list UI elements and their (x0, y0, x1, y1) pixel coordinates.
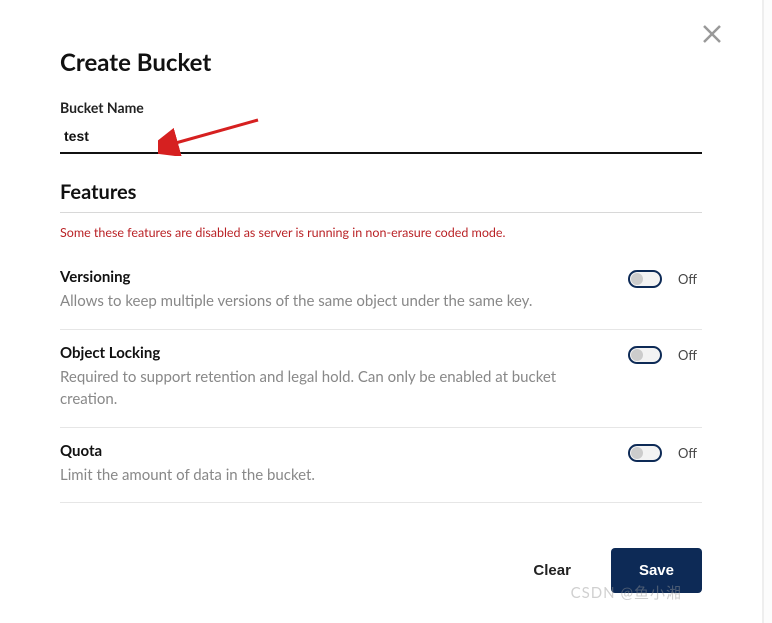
versioning-toggle-state: Off (678, 271, 702, 287)
feature-quota: Quota Limit the amount of data in the bu… (60, 428, 702, 504)
versioning-toggle[interactable] (628, 270, 662, 288)
bucket-name-field-wrap (60, 122, 702, 154)
close-icon (700, 22, 724, 46)
close-button[interactable] (696, 18, 728, 50)
object-locking-toggle-state: Off (678, 347, 702, 363)
features-heading: Features (60, 180, 702, 213)
page-title: Create Bucket (60, 48, 702, 77)
feature-name: Quota (60, 442, 608, 460)
bucket-name-input[interactable] (60, 122, 702, 154)
feature-object-locking: Object Locking Required to support reten… (60, 330, 702, 428)
feature-name: Versioning (60, 268, 608, 286)
feature-desc: Allows to keep multiple versions of the … (60, 290, 608, 313)
feature-name: Object Locking (60, 344, 608, 362)
quota-toggle-state: Off (678, 445, 702, 461)
features-warning: Some these features are disabled as serv… (60, 213, 702, 254)
panel-right-edge (762, 0, 772, 623)
feature-versioning: Versioning Allows to keep multiple versi… (60, 254, 702, 330)
save-button[interactable]: Save (611, 548, 702, 593)
create-bucket-panel: Create Bucket Bucket Name Features Some … (0, 0, 762, 623)
feature-desc: Required to support retention and legal … (60, 366, 608, 411)
feature-desc: Limit the amount of data in the bucket. (60, 464, 608, 487)
clear-button[interactable]: Clear (525, 550, 579, 591)
quota-toggle[interactable] (628, 444, 662, 462)
action-bar: Clear Save (525, 548, 702, 593)
bucket-name-label: Bucket Name (60, 99, 702, 116)
object-locking-toggle[interactable] (628, 346, 662, 364)
